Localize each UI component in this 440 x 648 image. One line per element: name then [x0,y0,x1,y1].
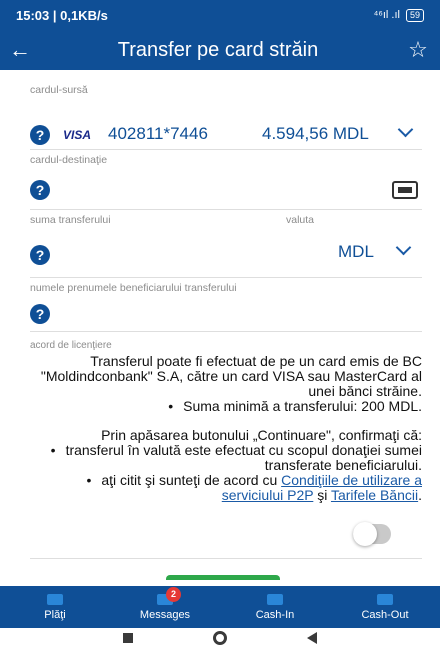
amount-label: suma transferului [30,214,111,226]
status-indicators: ⁴⁶ıl .ıl 59 [373,8,424,22]
notification-badge: 2 [166,586,181,602]
currency-select[interactable]: MDL [338,242,374,262]
status-time: 15:03 | 0,1KB/s [16,7,108,23]
help-icon[interactable]: ? [30,180,50,200]
toggle-knob [353,522,377,546]
back-icon[interactable] [307,632,317,644]
tab-messages[interactable]: 2 Messages [110,586,220,628]
help-icon[interactable]: ? [30,304,50,324]
status-bar: 15:03 | 0,1KB/s ⁴⁶ıl .ıl 59 [0,0,440,30]
visa-logo-icon: VISA [63,128,92,142]
chevron-down-icon[interactable] [397,121,414,138]
bottom-tab-bar: Plăţi 2 Messages Cash-In Cash-Out [0,586,440,628]
tab-payments[interactable]: Plăţi [0,586,110,628]
home-icon[interactable] [213,631,227,645]
beneficiary-field[interactable]: numele prenumele beneficiarului transfer… [30,278,422,332]
transfer-form: cardul-sursă ? VISA 402811*7446 4.594,56… [0,70,440,580]
system-nav-bar [0,628,440,648]
bank-tariffs-link[interactable]: Tarifele Băncii [331,487,418,503]
source-card-field[interactable]: cardul-sursă ? VISA 402811*7446 4.594,56… [30,80,422,150]
license-label: acord de licenţiere [30,340,112,351]
destination-card-field[interactable]: cardul-destinaţie ? [30,150,422,210]
tab-cash-out[interactable]: Cash-Out [330,586,440,628]
divider [30,558,422,559]
source-card-number: 402811*7446 [108,124,208,143]
app-bar: ← Transfer pe card străin ☆ [0,30,440,70]
back-arrow-icon[interactable]: ← [0,37,40,63]
destination-card-label: cardul-destinaţie [30,154,108,166]
page-title: Transfer pe card străin [117,38,319,61]
atm-in-icon [267,593,283,605]
license-agreement: acord de licenţiere Transferul poate fi … [30,338,422,503]
battery-icon: 59 [405,8,424,22]
help-icon[interactable]: ? [30,125,50,145]
beneficiary-label: numele prenumele beneficiarului transfer… [30,282,237,294]
tab-cash-in[interactable]: Cash-In [220,586,330,628]
recent-apps-icon[interactable] [123,633,133,643]
source-card-balance: 4.594,56 MDL [262,124,369,143]
wallet-icon [47,593,63,605]
mail-icon: 2 [157,586,181,605]
atm-out-icon [377,593,393,605]
favorite-star-icon[interactable]: ☆ [396,37,440,63]
continue-button[interactable] [166,575,280,580]
license-text-intro: Transferul poate fi efectuat de pe un ca… [40,353,422,399]
license-bullet-min-amount: Suma minimă a transferului: 200 MDL. [30,399,422,414]
signal-icon: ⁴⁶ıl .ıl [373,9,400,21]
license-text-confirm: Prin apăsarea butonului „Continuare", co… [101,427,422,443]
card-scan-icon[interactable] [392,181,418,199]
agreement-toggle[interactable] [353,522,391,546]
currency-label: valuta [286,214,315,226]
amount-field[interactable]: suma transferului valuta ? MDL [30,210,422,278]
chevron-down-icon[interactable] [395,239,412,256]
license-bullet-donation: transferul în valută este efectuat cu sc… [30,443,422,473]
source-card-label: cardul-sursă [30,84,88,96]
help-icon[interactable]: ? [30,245,50,265]
license-bullet-terms: aţi citit şi sunteţi de acord cu Condiţi… [30,473,422,503]
